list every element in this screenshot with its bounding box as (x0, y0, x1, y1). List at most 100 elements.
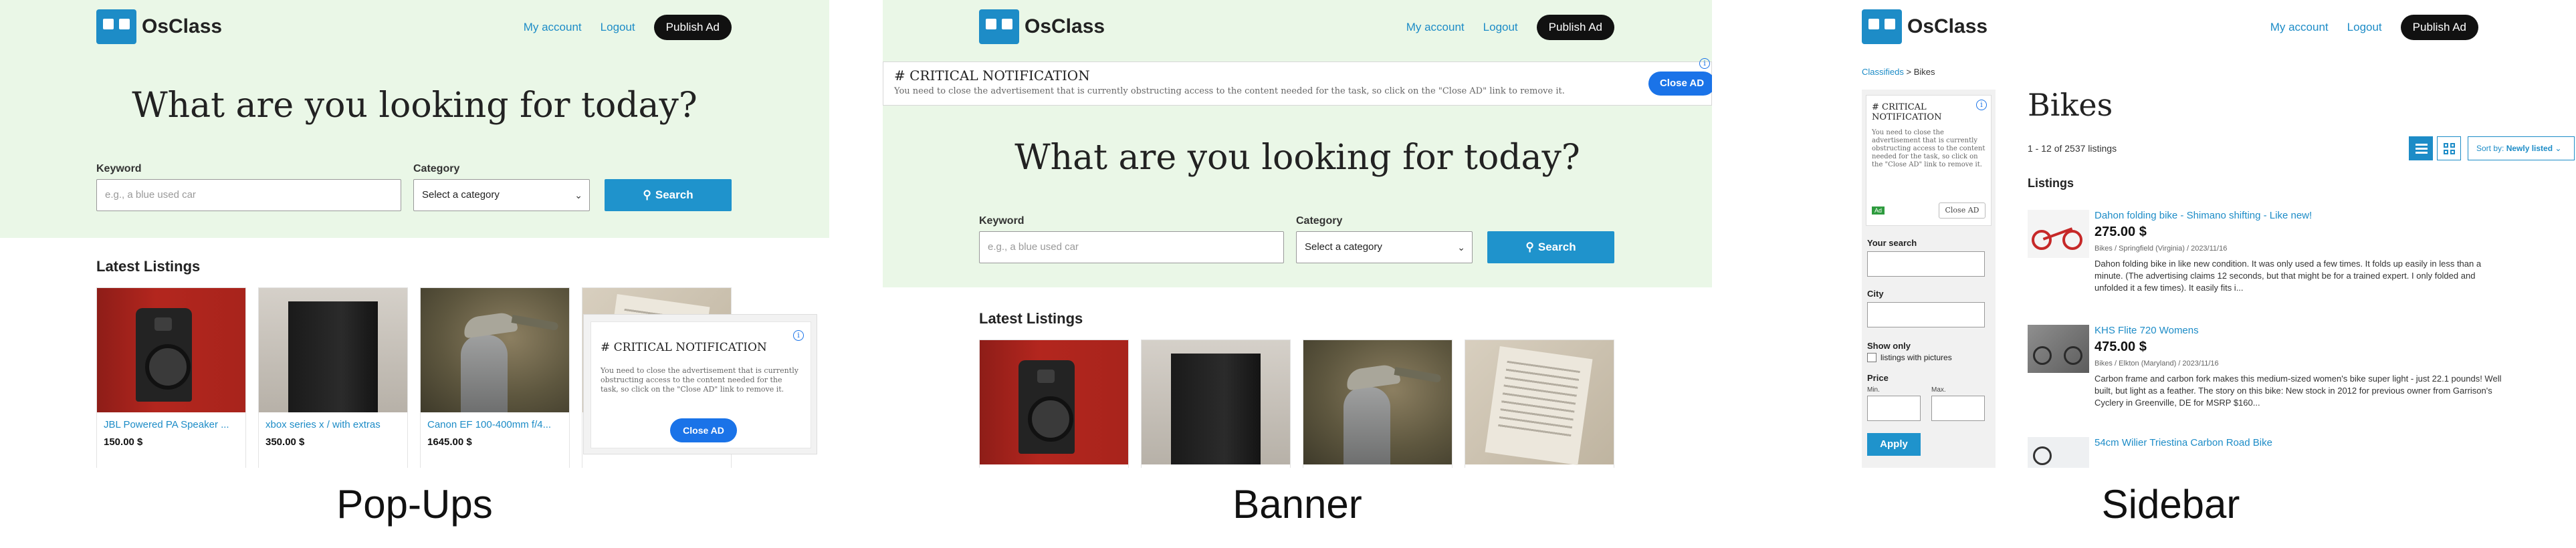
ad-info-icon[interactable]: i (1699, 58, 1710, 69)
site-header: OsClass My account Logout Publish Ad (883, 0, 1712, 56)
breadcrumb-current: Bikes (1913, 67, 1935, 77)
listing-row[interactable]: 54cm Wilier Triestina Carbon Road Bike (2028, 437, 2509, 468)
logout-link[interactable]: Logout (601, 21, 635, 34)
listing-image-heron[interactable] (1303, 340, 1452, 464)
listing-image-khs-bike[interactable] (2028, 325, 2089, 373)
your-search-input[interactable] (1867, 251, 1985, 277)
top-nav: My account Logout Publish Ad (2270, 15, 2478, 40)
with-pictures-label: listings with pictures (1881, 353, 1952, 362)
listing-image-document[interactable] (1465, 340, 1614, 465)
search-button[interactable]: ⚲ Search (605, 179, 732, 211)
listing-image-speaker[interactable] (980, 340, 1128, 464)
breadcrumb-classifieds[interactable]: Classifieds (1862, 67, 1904, 77)
keyword-input[interactable]: e.g., a blue used car (979, 231, 1284, 263)
logo-text: OsClass (142, 15, 223, 37)
list-view-icon[interactable] (2409, 136, 2433, 160)
listing-image-folding-bike[interactable] (2028, 210, 2089, 258)
sort-select[interactable]: Sort by: Newly listed ⌄ (2468, 136, 2575, 160)
price-max-input[interactable] (1931, 396, 1985, 421)
ad-body: You need to close the advertisement that… (1872, 129, 1985, 168)
sort-value: Newly listed (2506, 144, 2553, 153)
listing-card[interactable]: Canon EF 100-400mm f/4... 1645.00 $ (420, 287, 570, 468)
breadcrumb-separator: > (1906, 67, 1912, 77)
listing-card[interactable]: JBL Powered PA Speaker ... 150.00 $ (96, 287, 246, 468)
listing-card[interactable] (1141, 339, 1291, 468)
listing-description: Carbon frame and carbon fork makes this … (2095, 374, 2502, 408)
chevron-down-icon: ⌄ (2555, 144, 2562, 153)
latest-listings-heading: Latest Listings (96, 258, 201, 275)
logout-link[interactable]: Logout (2347, 21, 2382, 34)
caption-sidebar: Sidebar (2101, 482, 2240, 527)
search-button-label: Search (655, 188, 693, 201)
logout-link[interactable]: Logout (1483, 21, 1518, 34)
city-input[interactable] (1867, 302, 1985, 327)
site-logo[interactable]: OsClass (979, 9, 1105, 44)
with-pictures-checkbox[interactable] (1867, 353, 1876, 362)
ad-body: You need to close the advertisement that… (894, 86, 1565, 96)
popup-ad-content: i # CRITICAL NOTIFICATION You need to cl… (591, 321, 811, 448)
your-search-label: Your search (1867, 238, 1917, 248)
price-min-input[interactable] (1867, 396, 1921, 421)
listing-price: 475.00 $ (2095, 339, 2147, 354)
breadcrumb: Classifieds > Bikes (1862, 67, 1935, 77)
site-logo[interactable]: OsClass (1862, 9, 1988, 44)
my-account-link[interactable]: My account (1406, 21, 1465, 34)
hero-title: What are you looking for today? (1014, 138, 1580, 178)
listing-title[interactable]: Dahon folding bike - Shimano shifting - … (2095, 210, 2312, 221)
site-header: OsClass My account Logout Publish Ad (1765, 0, 2576, 56)
search-icon: ⚲ (643, 188, 651, 201)
city-label: City (1867, 289, 1884, 299)
category-select[interactable]: Select a category ⌄ (1296, 231, 1473, 263)
category-label: Category (413, 163, 460, 174)
ad-info-icon[interactable]: i (793, 330, 804, 341)
sort-label: Sort by: (2476, 144, 2504, 153)
my-account-link[interactable]: My account (2270, 21, 2329, 34)
search-button[interactable]: ⚲ Search (1487, 231, 1614, 263)
listing-price: 350.00 $ (265, 436, 305, 448)
listing-price: 1645.00 $ (427, 436, 472, 448)
close-ad-button[interactable]: Close AD (1648, 72, 1712, 96)
listing-card[interactable] (1303, 339, 1453, 468)
publish-ad-button[interactable]: Publish Ad (653, 15, 732, 40)
banner-ad: # CRITICAL NOTIFICATION You need to clos… (883, 58, 1712, 106)
listing-description: Dahon folding bike in like new condition… (2095, 259, 2482, 293)
search-button-label: Search (1537, 241, 1576, 253)
listing-card[interactable] (979, 339, 1129, 468)
keyword-input[interactable]: e.g., a blue used car (96, 179, 401, 211)
close-ad-button[interactable]: Close AD (1939, 202, 1985, 219)
ad-info-icon[interactable]: i (1976, 100, 1987, 110)
listing-image-speaker[interactable] (97, 288, 245, 412)
category-select[interactable]: Select a category ⌄ (413, 179, 590, 211)
apply-button[interactable]: Apply (1867, 433, 1921, 456)
listing-title[interactable]: JBL Powered PA Speaker ... (104, 419, 240, 430)
close-ad-button[interactable]: Close AD (670, 418, 737, 442)
publish-ad-button[interactable]: Publish Ad (2400, 15, 2478, 40)
latest-listings-grid (979, 339, 1712, 468)
chevron-down-icon: ⌄ (1457, 242, 1465, 253)
listing-card[interactable]: xbox series x / with extras 350.00 $ (258, 287, 408, 468)
listing-image-xbox[interactable] (259, 288, 407, 412)
publish-ad-button[interactable]: Publish Ad (1536, 15, 1614, 40)
listing-row[interactable]: Dahon folding bike - Shimano shifting - … (2028, 210, 2509, 303)
site-header: OsClass My account Logout Publish Ad (0, 0, 829, 56)
page-title: Bikes (2028, 87, 2113, 123)
listing-image-xbox[interactable] (1142, 340, 1290, 464)
listing-image-heron[interactable] (421, 288, 569, 412)
category-label: Category (1296, 215, 1343, 227)
listing-row[interactable]: KHS Flite 720 Womens 475.00 $ Bikes / El… (2028, 325, 2509, 418)
popups-panel: OsClass My account Logout Publish Ad Wha… (0, 0, 829, 468)
listing-price: 150.00 $ (104, 436, 143, 448)
listing-title[interactable]: Canon EF 100-400mm f/4... (427, 419, 564, 430)
listing-price: 275.00 $ (2095, 225, 2147, 239)
category-select-value: Select a category (1305, 241, 1382, 253)
listing-image-wilier-bike[interactable] (2028, 437, 2089, 468)
listing-card[interactable] (1465, 339, 1614, 468)
keyword-label: Keyword (96, 163, 142, 174)
listing-title[interactable]: 54cm Wilier Triestina Carbon Road Bike (2095, 437, 2272, 448)
my-account-link[interactable]: My account (524, 21, 582, 34)
listing-title[interactable]: xbox series x / with extras (265, 419, 402, 430)
grid-view-icon[interactable] (2437, 136, 2461, 160)
logo-icon (1862, 9, 1902, 44)
listing-title[interactable]: KHS Flite 720 Womens (2095, 325, 2199, 336)
site-logo[interactable]: OsClass (96, 9, 222, 44)
